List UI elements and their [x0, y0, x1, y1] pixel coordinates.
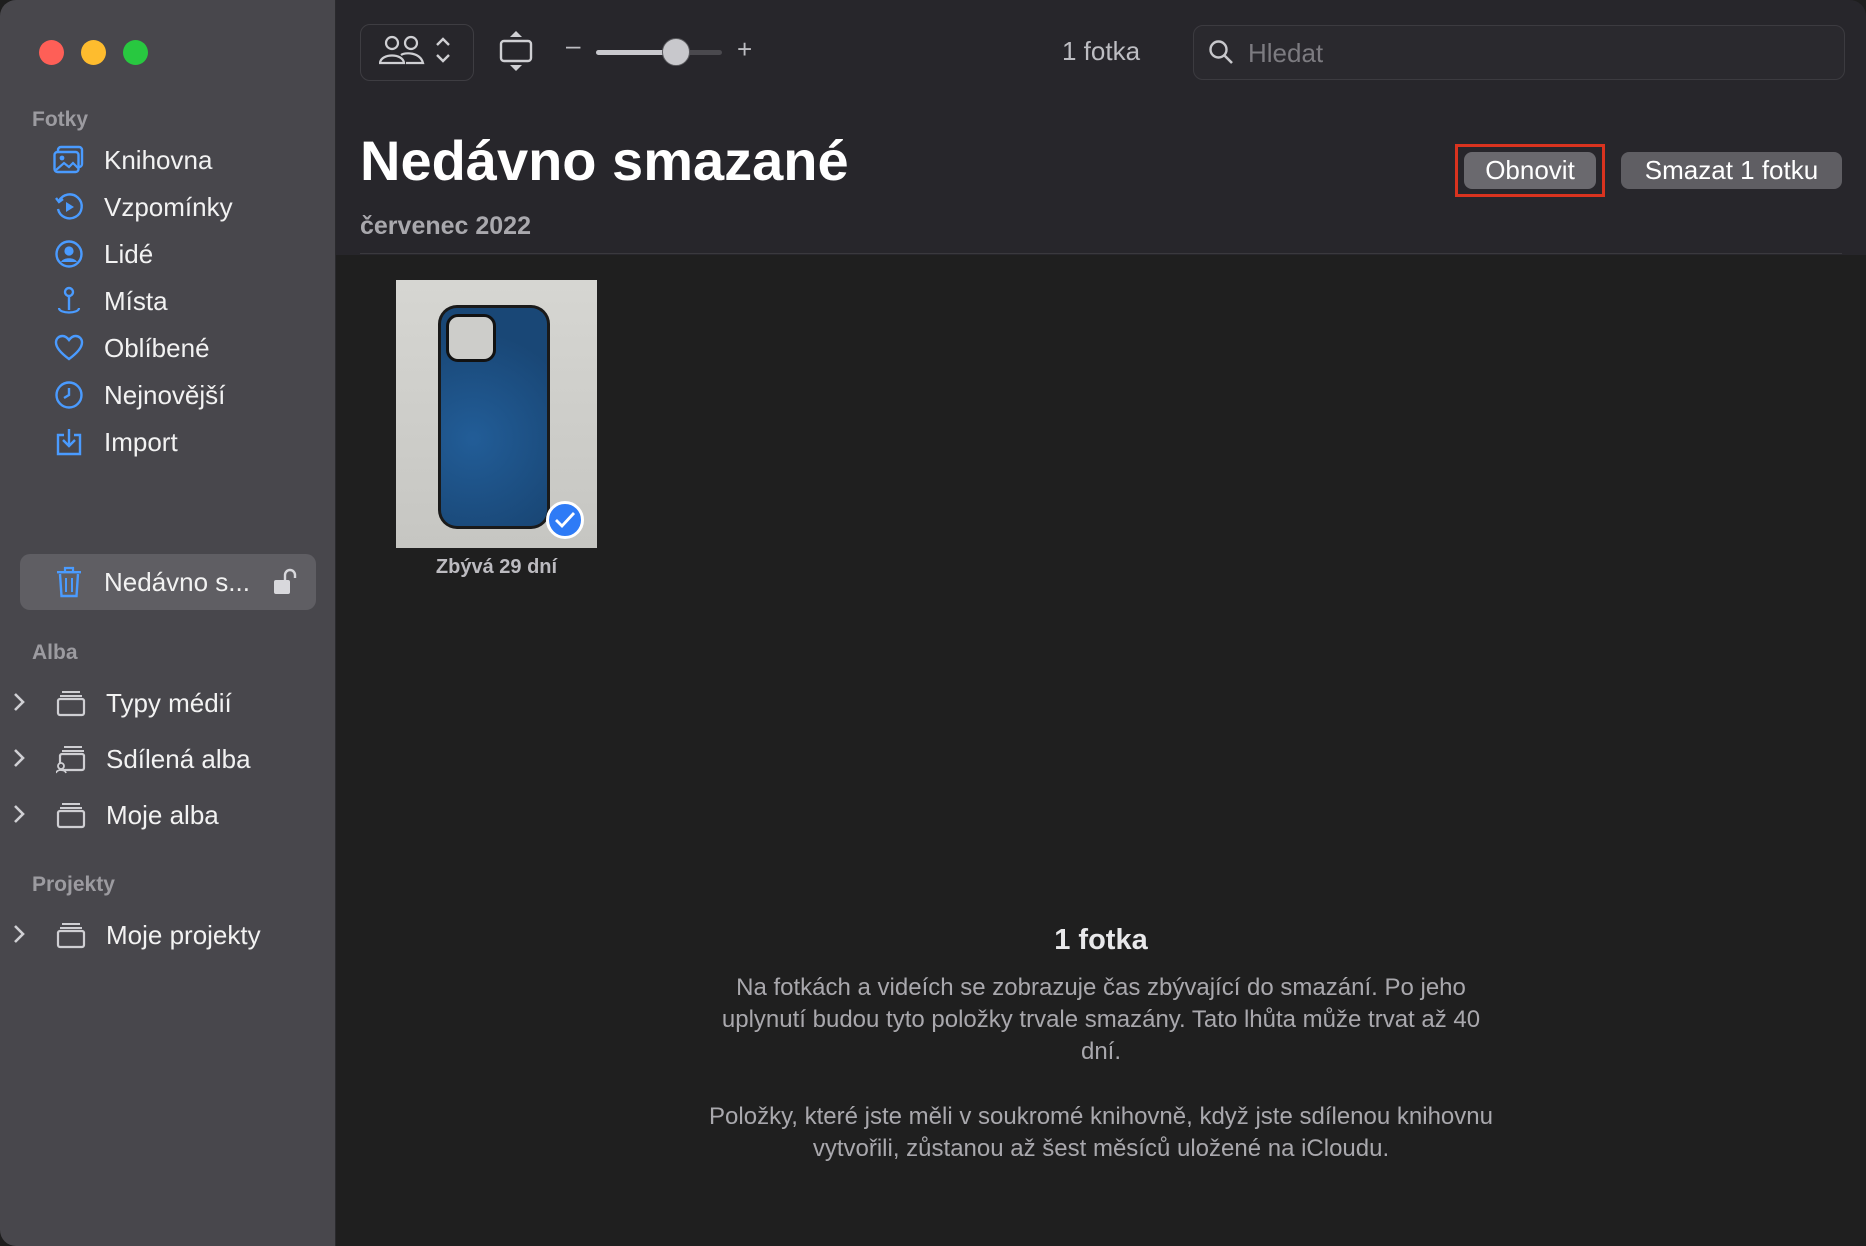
chevron-right-icon[interactable] — [12, 923, 26, 950]
sidebar-item-media-types[interactable]: Typy médií — [0, 675, 316, 731]
library-icon — [52, 143, 86, 177]
sidebar-item-import[interactable]: Import — [20, 414, 316, 470]
section-label-alba: Alba — [32, 641, 78, 664]
sidebar-item-label: Moje alba — [106, 799, 219, 830]
zoom-out-button[interactable]: – — [566, 30, 580, 61]
import-icon — [52, 425, 86, 459]
search-input[interactable] — [1246, 34, 1830, 72]
search-icon — [1208, 39, 1234, 70]
clock-icon — [52, 378, 86, 412]
album-stack-icon — [54, 798, 88, 832]
library-switcher-button[interactable] — [360, 24, 474, 81]
sidebar-item-label: Vzpomínky — [104, 191, 233, 222]
sidebar-item-label: Typy médií — [106, 687, 232, 718]
zoom-slider-knob[interactable] — [662, 38, 691, 66]
sidebar-item-label: Lidé — [104, 238, 154, 269]
sidebar-item-my-projects[interactable]: Moje projekty — [0, 907, 316, 963]
chevron-right-icon[interactable] — [12, 691, 26, 718]
minimize-window-button[interactable] — [81, 40, 106, 65]
aspect-ratio-icon[interactable] — [498, 30, 534, 77]
photos-window: Fotky Knihovna Vzpomínky Lidé Místa Oblí… — [0, 0, 1866, 1246]
memories-icon — [52, 190, 86, 224]
places-icon — [52, 284, 86, 318]
sidebar: Fotky Knihovna Vzpomínky Lidé Místa Oblí… — [0, 0, 336, 1246]
phone-case-image — [441, 308, 547, 526]
zoom-slider[interactable] — [596, 38, 722, 66]
delete-photo-button[interactable]: Smazat 1 fotku — [1621, 152, 1842, 189]
checkmark-icon — [546, 501, 584, 539]
sidebar-item-label: Import — [104, 426, 178, 457]
info-title: 1 fotka — [1054, 924, 1148, 956]
sidebar-item-label: Místa — [104, 285, 168, 316]
sidebar-item-label: Sdílená alba — [106, 743, 251, 774]
album-stack-icon — [54, 918, 88, 952]
sidebar-item-shared-albums[interactable]: Sdílená alba — [0, 731, 316, 787]
trash-icon — [52, 565, 86, 599]
unlocked-icon[interactable] — [272, 567, 302, 602]
section-label-projekty: Projekty — [32, 873, 115, 896]
sidebar-item-label: Moje projekty — [106, 919, 261, 950]
shared-album-icon — [54, 742, 88, 776]
sidebar-item-label: Nejnovější — [104, 379, 226, 410]
month-heading: červenec 2022 — [360, 212, 531, 240]
zoom-window-button[interactable] — [123, 40, 148, 65]
album-stack-icon — [54, 686, 88, 720]
main-content: – + 1 fotka Nedávno smazané červenec 202… — [336, 0, 1866, 1246]
page-title: Nedávno smazané — [360, 129, 849, 192]
search-field[interactable] — [1193, 25, 1845, 80]
photo-count-label: 1 fotka — [1062, 36, 1141, 66]
camera-cutout — [446, 314, 496, 362]
sidebar-item-label: Nedávno s... — [104, 566, 250, 597]
sidebar-item-label: Oblíbené — [104, 332, 210, 363]
zoom-in-button[interactable]: + — [737, 34, 752, 65]
sidebar-item-recently-deleted[interactable]: Nedávno s... — [20, 554, 316, 610]
chevron-up-down-icon — [435, 35, 451, 70]
photo-thumbnail[interactable] — [396, 280, 597, 548]
chevron-right-icon[interactable] — [12, 803, 26, 830]
people-icon — [52, 237, 86, 271]
heart-icon — [52, 331, 86, 365]
chevron-right-icon[interactable] — [12, 747, 26, 774]
section-label-fotky: Fotky — [32, 108, 89, 131]
recover-button[interactable]: Obnovit — [1464, 152, 1596, 189]
traffic-lights — [39, 40, 148, 65]
info-paragraph: Na fotkách a videích se zobrazuje čas zb… — [721, 974, 1481, 1065]
info-paragraph: Položky, které jste měli v soukromé knih… — [709, 1103, 1493, 1162]
header-divider — [360, 253, 1842, 254]
sidebar-item-label: Knihovna — [104, 144, 213, 175]
sidebar-item-my-albums[interactable]: Moje alba — [0, 787, 316, 843]
close-window-button[interactable] — [39, 40, 64, 65]
people-icon — [378, 34, 425, 71]
days-remaining-label: Zbývá 29 dní — [435, 556, 558, 578]
